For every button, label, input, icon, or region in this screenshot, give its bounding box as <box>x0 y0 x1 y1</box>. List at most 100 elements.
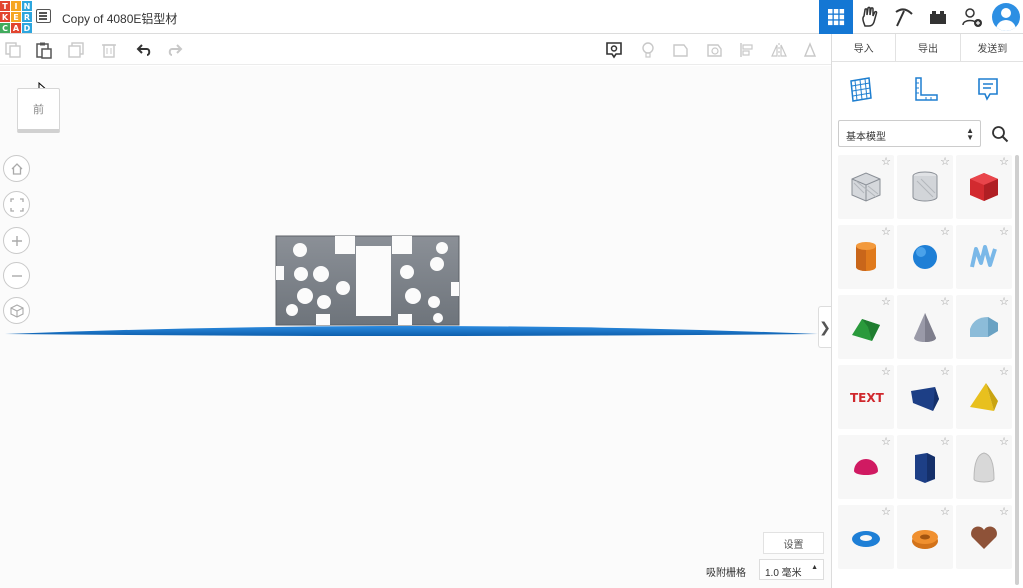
favorite-star-icon[interactable]: ☆ <box>999 227 1009 238</box>
favorite-star-icon[interactable]: ☆ <box>940 367 950 378</box>
box-hole-shape-icon <box>851 172 881 202</box>
workplane-scene <box>5 235 818 336</box>
redo-button[interactable] <box>165 40 185 60</box>
logo-letter: E <box>11 12 21 22</box>
solid-shape-icon <box>673 44 688 57</box>
mirror-button[interactable] <box>769 40 789 60</box>
shape-tile[interactable]: ☆ <box>838 505 894 569</box>
user-avatar-icon <box>992 3 1020 31</box>
ground-plane <box>5 326 818 336</box>
shape-tile[interactable]: ☆ <box>956 155 1012 219</box>
logo-letter: N <box>22 1 32 11</box>
favorite-star-icon[interactable]: ☆ <box>999 437 1009 448</box>
paste-button[interactable] <box>34 40 54 60</box>
shape-tile[interactable]: ☆ <box>897 155 953 219</box>
design-title[interactable]: Copy of 4080E铝型材 <box>62 10 177 27</box>
torus-shape-icon <box>852 531 880 547</box>
hole-shape-icon <box>707 44 722 57</box>
export-tab[interactable]: 导出 <box>896 34 961 61</box>
favorite-star-icon[interactable]: ☆ <box>940 157 950 168</box>
shape-search-button[interactable] <box>983 120 1017 147</box>
tinker-hand-button[interactable] <box>853 0 887 34</box>
pickaxe-button[interactable] <box>887 0 921 34</box>
fit-all-button[interactable] <box>3 191 30 218</box>
duplicate-icon <box>68 42 84 58</box>
shape-tile[interactable]: ☆ <box>897 295 953 359</box>
shape-tile[interactable]: ☆ <box>897 505 953 569</box>
light-bulb-button[interactable] <box>638 40 658 60</box>
logo-letter: A <box>11 23 21 33</box>
favorite-star-icon[interactable]: ☆ <box>940 437 950 448</box>
workplane-button[interactable] <box>844 72 878 106</box>
notes-icon <box>978 78 998 101</box>
shape-tile[interactable]: TEXT ☆ <box>838 365 894 429</box>
snap-grid-select[interactable]: 1.0 毫米 ▲ <box>759 559 824 580</box>
cruise-button[interactable] <box>800 40 820 60</box>
favorite-star-icon[interactable]: ☆ <box>881 227 891 238</box>
favorite-star-icon[interactable]: ☆ <box>999 157 1009 168</box>
user-menu-button[interactable] <box>989 0 1023 34</box>
shape-tile[interactable]: ☆ <box>956 435 1012 499</box>
fit-all-icon <box>9 197 24 212</box>
duplicate-button[interactable] <box>66 40 86 60</box>
shape-tile[interactable]: ☆ <box>838 225 894 289</box>
view-cube-face-label: 前 <box>33 104 44 116</box>
solid-shape-button[interactable] <box>670 40 690 60</box>
import-tab[interactable]: 导入 <box>832 34 897 61</box>
shapes-grid: ☆ ☆ ☆ ☆ ☆ ☆ ☆ ☆ ☆ TEXT ☆ ☆ ☆ ☆ ☆ ☆ ☆ ☆ ☆ <box>838 155 1014 588</box>
favorite-star-icon[interactable]: ☆ <box>881 507 891 518</box>
caret-up-icon: ▲ <box>811 564 818 571</box>
view-cube[interactable]: 前 <box>17 88 60 133</box>
undo-icon <box>136 44 151 56</box>
favorite-star-icon[interactable]: ☆ <box>881 297 891 308</box>
settings-button[interactable]: 设置 <box>763 532 824 554</box>
ruler-button[interactable] <box>908 72 942 106</box>
shape-tile[interactable]: ☆ <box>956 295 1012 359</box>
shape-tile[interactable]: ☆ <box>956 225 1012 289</box>
favorite-star-icon[interactable]: ☆ <box>999 507 1009 518</box>
favorite-star-icon[interactable]: ☆ <box>940 227 950 238</box>
bricks-button[interactable] <box>921 0 955 34</box>
mirror-icon <box>771 43 787 57</box>
shape-tile[interactable]: ☆ <box>956 505 1012 569</box>
add-user-button[interactable] <box>955 0 989 34</box>
grid-view-button[interactable] <box>819 0 853 34</box>
shape-tile[interactable]: ☆ <box>838 295 894 359</box>
ruler-icon <box>915 77 938 101</box>
light-bulb-icon <box>642 42 654 58</box>
hole-shape-button[interactable] <box>704 40 724 60</box>
favorite-star-icon[interactable]: ☆ <box>940 297 950 308</box>
aluminum-extrusion-model[interactable] <box>275 235 460 326</box>
redo-icon <box>168 44 183 56</box>
workplane-viewport[interactable]: 前 ❯ 设置 吸附栅格 1.0 毫米 ▲ <box>0 66 831 588</box>
shape-tile[interactable]: ☆ <box>897 435 953 499</box>
favorite-star-icon[interactable]: ☆ <box>999 297 1009 308</box>
collapse-panel-button[interactable]: ❯ <box>818 306 831 348</box>
shape-tile[interactable]: ☆ <box>838 155 894 219</box>
home-view-button[interactable] <box>3 155 30 182</box>
send-to-tab[interactable]: 发送到 <box>961 34 1023 61</box>
undo-button[interactable] <box>134 40 154 60</box>
notes-button[interactable] <box>604 40 624 60</box>
logo-letter: T <box>0 1 10 11</box>
panel-notes-button[interactable] <box>971 72 1005 106</box>
shape-tile[interactable]: ☆ <box>956 365 1012 429</box>
shape-tile[interactable]: ☆ <box>897 365 953 429</box>
favorite-star-icon[interactable]: ☆ <box>881 157 891 168</box>
favorite-star-icon[interactable]: ☆ <box>881 367 891 378</box>
shape-tile[interactable]: ☆ <box>838 435 894 499</box>
tinkercad-logo[interactable]: TIN KER CAD <box>0 1 32 33</box>
favorite-star-icon[interactable]: ☆ <box>999 367 1009 378</box>
copy-button[interactable] <box>3 40 23 60</box>
favorite-star-icon[interactable]: ☆ <box>940 507 950 518</box>
delete-button[interactable] <box>99 40 119 60</box>
shapes-panel: 导入 导出 发送到 基本模型 ▲ ▼ ☆ ☆ ☆ ☆ ☆ ☆ ☆ ☆ ☆ TEXT ☆ ☆ ☆ ☆ ☆ ☆ ☆ ☆ ☆ <box>831 34 1023 588</box>
pickaxe-icon <box>895 8 913 27</box>
align-button[interactable] <box>737 40 757 60</box>
sphere-shape-icon <box>913 245 937 269</box>
design-list-icon[interactable] <box>36 9 51 23</box>
shape-library-select[interactable]: 基本模型 ▲ ▼ <box>838 120 981 147</box>
favorite-star-icon[interactable]: ☆ <box>881 437 891 448</box>
shapes-scrollbar[interactable] <box>1015 155 1019 585</box>
shape-tile[interactable]: ☆ <box>897 225 953 289</box>
